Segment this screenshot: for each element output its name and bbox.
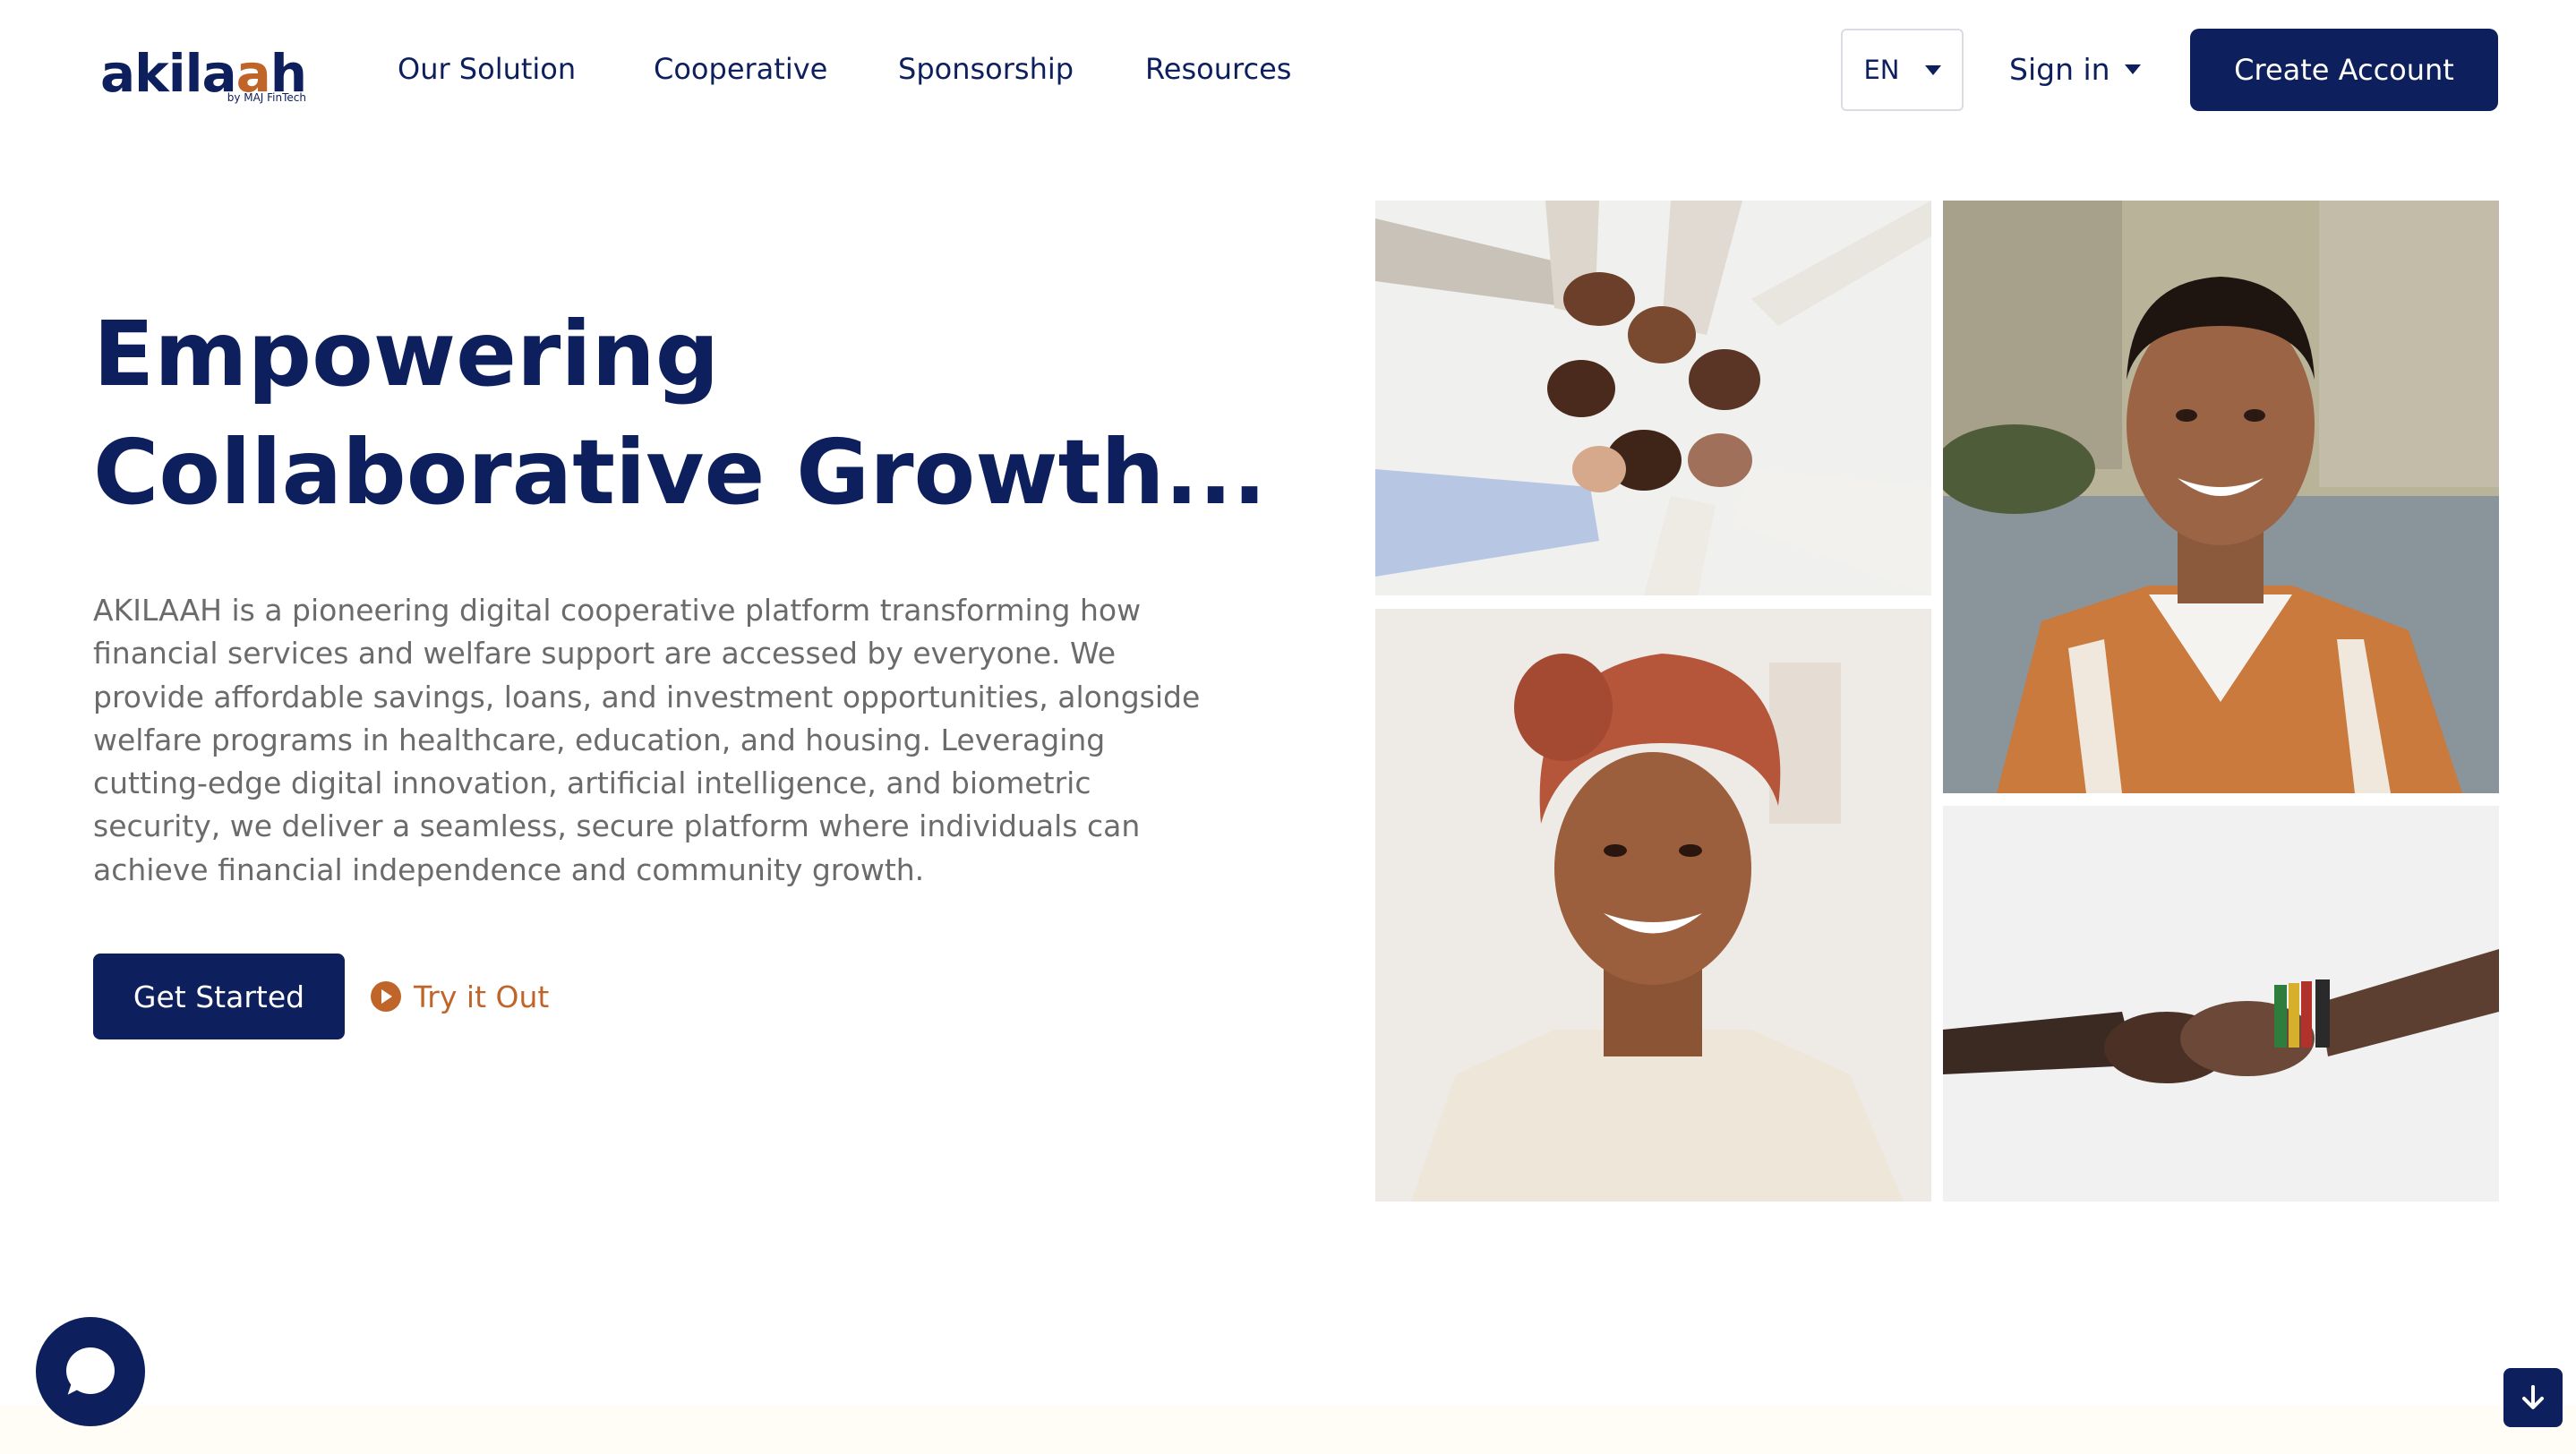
scroll-down-button[interactable]: [2503, 1368, 2563, 1427]
language-label: EN: [1863, 55, 1900, 85]
hero-title-line-2: Collaborative Growth...: [93, 420, 1267, 525]
smiling-woman-photo: [1375, 609, 1931, 1202]
nav-sponsorship[interactable]: Sponsorship: [898, 47, 1074, 91]
nav-cooperative[interactable]: Cooperative: [654, 47, 827, 91]
chat-widget-button[interactable]: [36, 1317, 145, 1426]
logo-tagline: by MAJ FinTech: [227, 91, 306, 104]
joined-hands-photo: [1375, 201, 1931, 595]
handshake-photo: [1943, 806, 2499, 1202]
play-icon: [371, 981, 401, 1012]
language-selector[interactable]: EN: [1841, 29, 1964, 111]
akilaah-logo[interactable]: akilaah by MAJ FinTech: [100, 39, 307, 111]
site-header: akilaah by MAJ FinTech Our Solution Coop…: [0, 0, 2576, 140]
try-it-out-link[interactable]: Try it Out: [371, 974, 549, 1019]
sign-in-dropdown[interactable]: Sign in: [2009, 47, 2141, 91]
try-it-out-label: Try it Out: [414, 979, 550, 1014]
create-account-button[interactable]: Create Account: [2190, 29, 2498, 111]
nav-our-solution[interactable]: Our Solution: [398, 47, 576, 91]
get-started-button[interactable]: Get Started: [93, 954, 345, 1039]
sign-in-label: Sign in: [2009, 51, 2110, 87]
arrow-down-icon: [2522, 1385, 2544, 1409]
chevron-down-icon: [1924, 64, 1941, 75]
hero-title: Empowering Collaborative Growth...: [93, 295, 1275, 532]
nav-resources[interactable]: Resources: [1145, 47, 1291, 91]
next-section-band: [0, 1406, 2576, 1454]
hero-title-line-1: Empowering: [93, 302, 720, 406]
smiling-man-photo: [1943, 201, 2499, 793]
chevron-down-icon: [2124, 64, 2141, 74]
hero-description: AKILAAH is a pioneering digital cooperat…: [93, 593, 1201, 887]
